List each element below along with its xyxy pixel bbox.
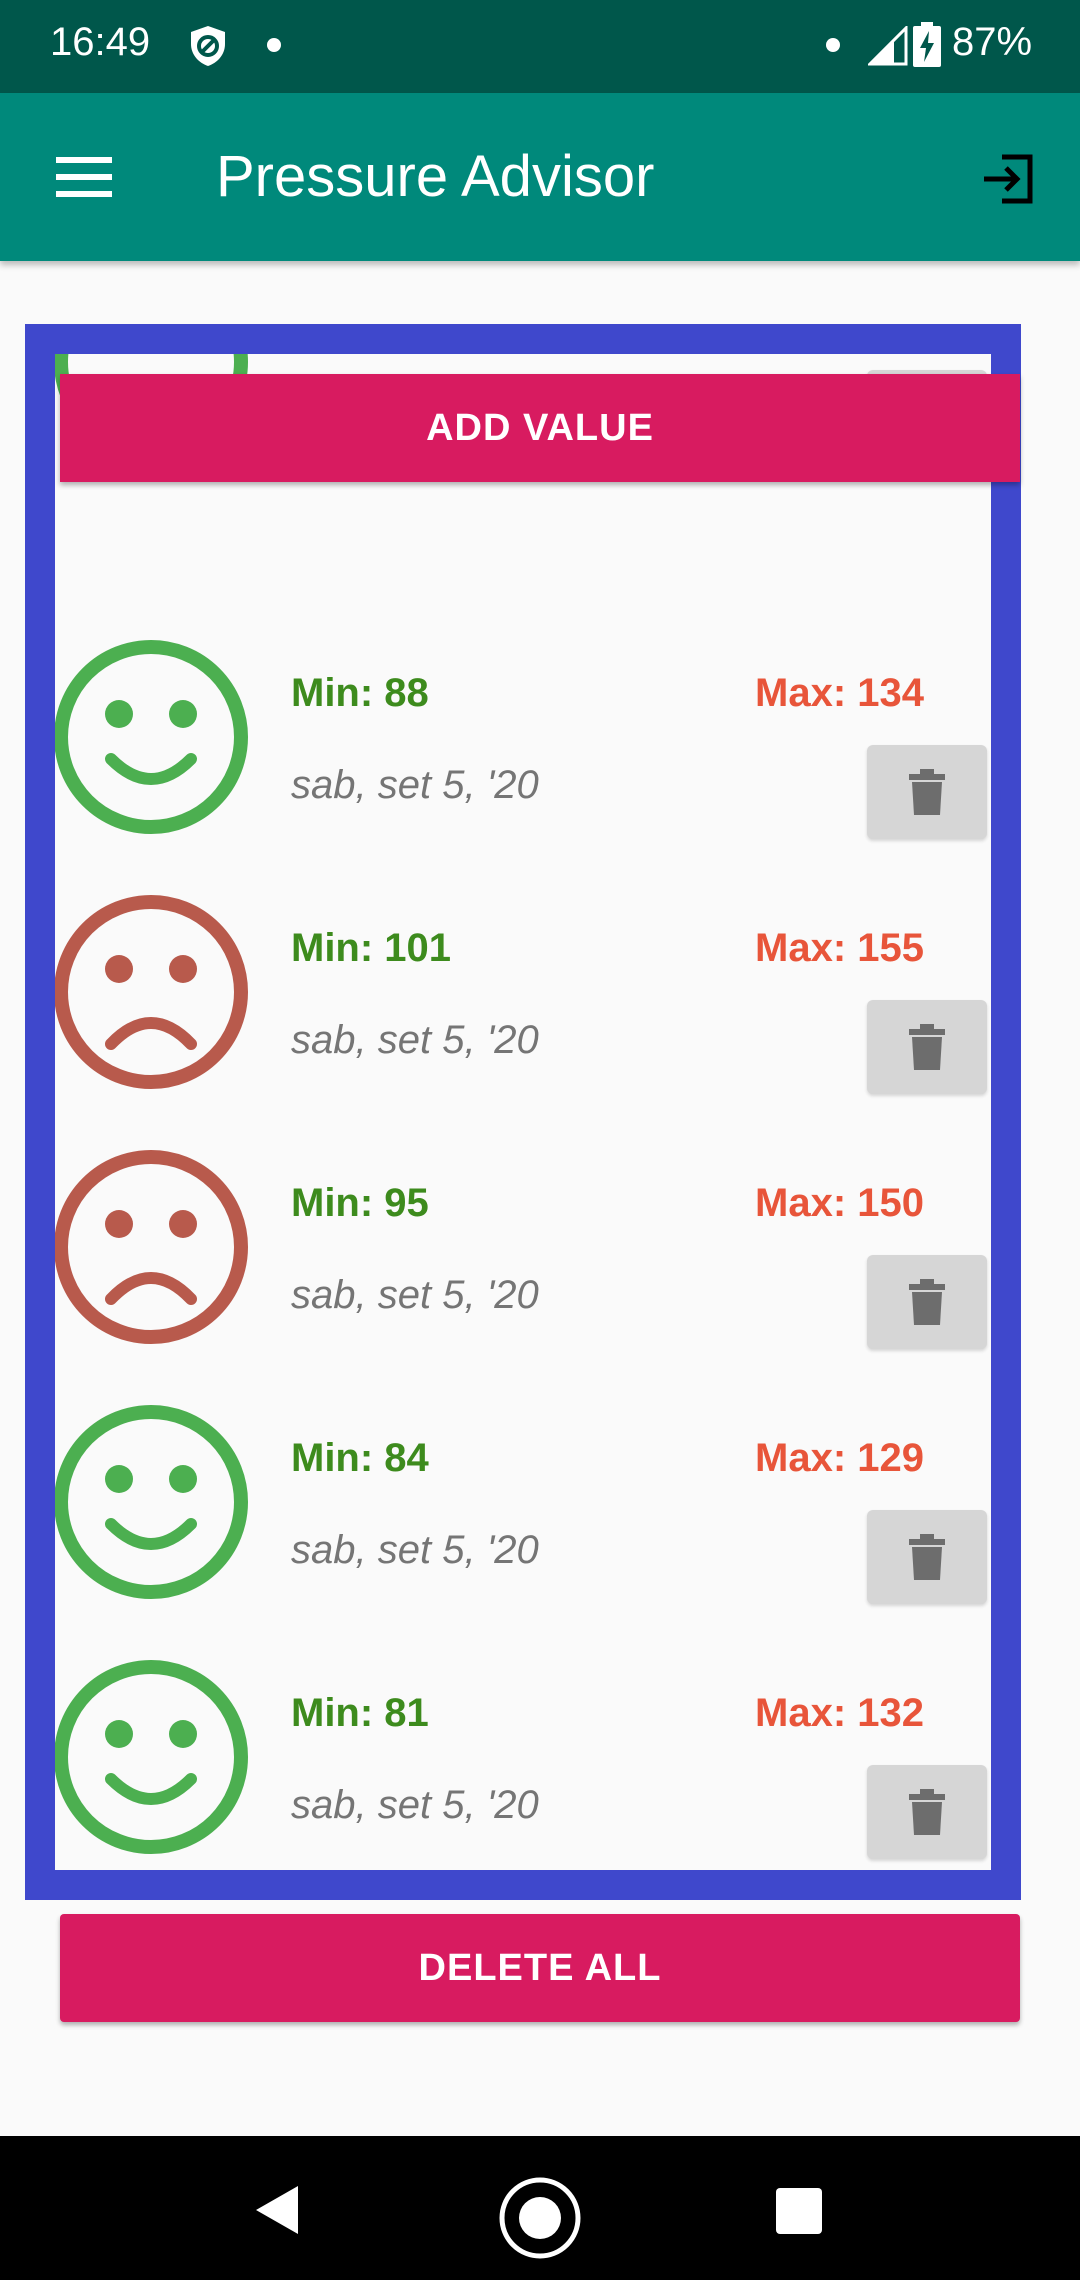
list-item: Min: 81 Max: 132 sab, set 5, '20 bbox=[55, 1659, 991, 1870]
min-value: Min: 101 bbox=[291, 926, 452, 970]
notification-dot-icon bbox=[826, 38, 840, 52]
list-item: Min: 95 Max: 150 sab, set 5, '20 bbox=[55, 1149, 991, 1404]
delete-reading-button[interactable] bbox=[867, 1000, 987, 1094]
reading-date: sab, set 5, '20 bbox=[291, 763, 539, 807]
recent-apps-icon[interactable] bbox=[776, 2188, 822, 2234]
trash-icon bbox=[909, 1789, 945, 1835]
max-value: Max: 129 bbox=[755, 1436, 924, 1480]
min-value: Min: 81 bbox=[291, 1691, 429, 1735]
back-icon[interactable] bbox=[252, 2184, 304, 2236]
app-bar: Pressure Advisor bbox=[0, 93, 1080, 261]
list-item: Min: 88 Max: 134 sab, set 5, '20 bbox=[55, 639, 991, 894]
happy-face-icon bbox=[55, 1660, 248, 1854]
notification-dot-icon bbox=[267, 38, 281, 52]
trash-icon bbox=[909, 1279, 945, 1325]
happy-face-icon bbox=[55, 1405, 248, 1599]
max-value: Max: 132 bbox=[755, 1691, 924, 1735]
max-value: Max: 134 bbox=[755, 671, 924, 715]
trash-icon bbox=[909, 1024, 945, 1070]
hamburger-menu-icon[interactable] bbox=[56, 157, 112, 197]
add-value-button[interactable]: ADD VALUE bbox=[60, 374, 1020, 482]
page-title: Pressure Advisor bbox=[216, 144, 655, 209]
delete-reading-button[interactable] bbox=[867, 1255, 987, 1349]
max-value: Max: 155 bbox=[755, 926, 924, 970]
delete-reading-button[interactable] bbox=[867, 745, 987, 839]
sad-face-icon bbox=[55, 1150, 248, 1344]
reading-date: sab, set 5, '20 bbox=[291, 1528, 539, 1572]
max-value: Max: 150 bbox=[755, 1181, 924, 1225]
status-bar: 16:49 87% bbox=[0, 0, 1080, 93]
list-item: Min: 84 Max: 129 sab, set 5, '20 bbox=[55, 1404, 991, 1659]
exit-to-app-icon[interactable] bbox=[980, 151, 1036, 207]
min-value: Min: 95 bbox=[291, 1181, 429, 1225]
status-time: 16:49 bbox=[50, 20, 151, 64]
min-value: Min: 84 bbox=[291, 1436, 429, 1480]
min-value: Min: 88 bbox=[291, 671, 429, 715]
reading-date: sab, set 5, '20 bbox=[291, 1273, 539, 1317]
list-item: Min: 101 Max: 155 sab, set 5, '20 bbox=[55, 894, 991, 1149]
battery-percent: 87% bbox=[952, 20, 1033, 64]
delete-reading-button[interactable] bbox=[867, 1765, 987, 1859]
readings-list-content[interactable]: sab, ago 22, '20Min: 88Max: 134sab, set … bbox=[55, 354, 991, 1870]
battery-charging-icon bbox=[913, 22, 941, 67]
navigation-bar bbox=[0, 2136, 1080, 2280]
readings-list[interactable]: sab, ago 22, '20Min: 88Max: 134sab, set … bbox=[25, 324, 1021, 1900]
delete-reading-button[interactable] bbox=[867, 1510, 987, 1604]
shield-icon bbox=[191, 26, 225, 66]
delete-all-button[interactable]: DELETE ALL bbox=[60, 1914, 1020, 2022]
sad-face-icon bbox=[55, 895, 248, 1089]
reading-date: sab, set 5, '20 bbox=[291, 1018, 539, 1062]
home-icon[interactable] bbox=[498, 2176, 582, 2260]
trash-icon bbox=[909, 769, 945, 815]
trash-icon bbox=[909, 1534, 945, 1580]
signal-icon bbox=[868, 26, 908, 66]
happy-face-icon bbox=[55, 640, 248, 834]
reading-date: sab, set 5, '20 bbox=[291, 1783, 539, 1827]
